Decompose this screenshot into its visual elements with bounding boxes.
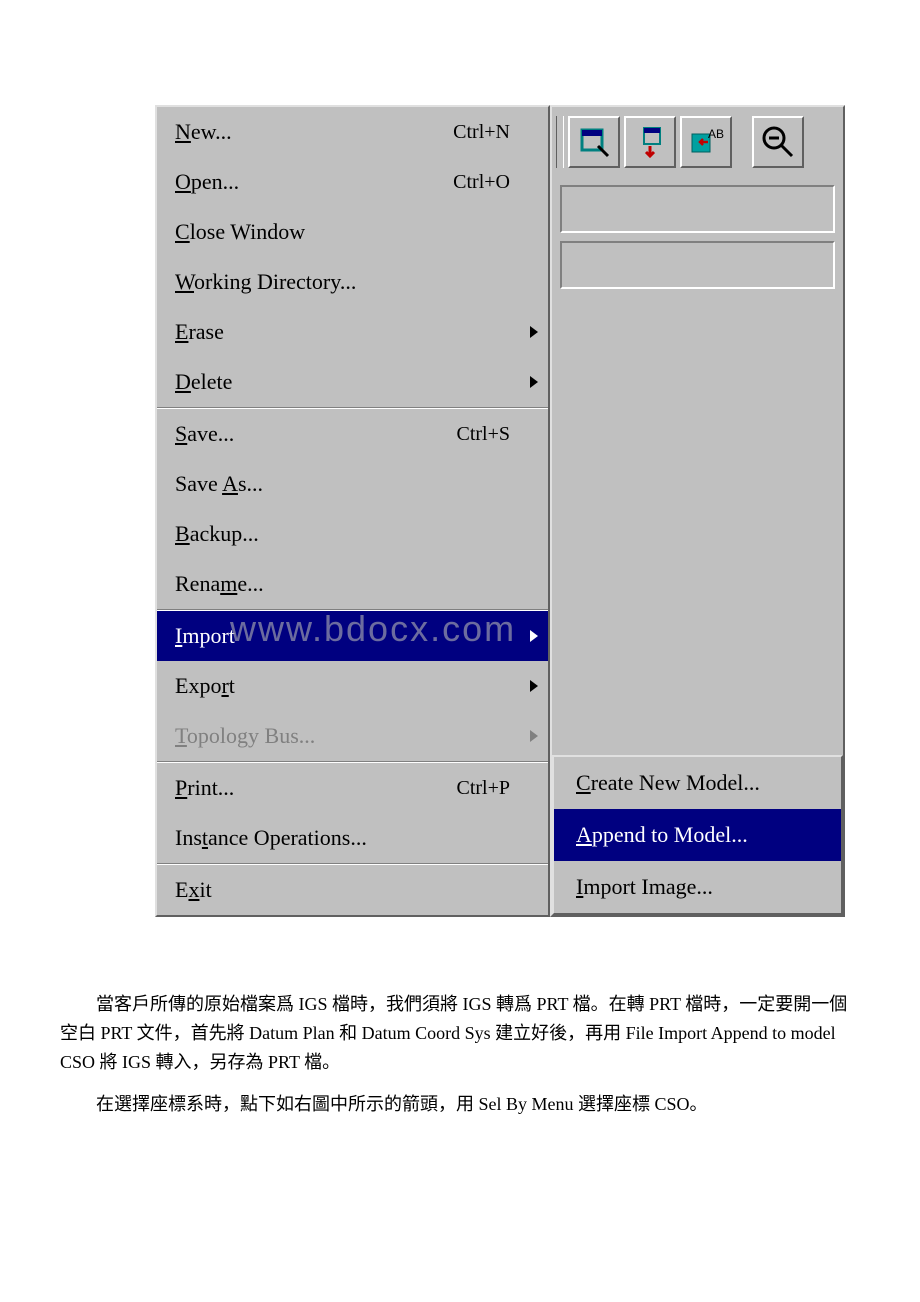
chevron-right-icon [530,326,538,338]
refit-button[interactable] [624,116,676,168]
zoom-window-button[interactable] [568,116,620,168]
file-menu: New... Ctrl+N Open... Ctrl+O Close Windo… [155,105,550,917]
submenu-import-image[interactable]: Import Image... [554,861,841,913]
menu-rename[interactable]: Rename... [157,559,548,609]
submenu-append-to-model[interactable]: Append to Model... [554,809,841,861]
toolbar-edge [556,116,564,168]
chevron-right-icon [530,680,538,692]
empty-input-area [552,177,843,305]
menu-working-directory[interactable]: Working Directory... [157,257,548,307]
import-submenu: Create New Model... Append to Model... I… [552,755,843,915]
menu-backup[interactable]: Backup... [157,509,548,559]
chevron-right-icon [530,730,538,742]
repaint-button[interactable]: AB [680,116,732,168]
menu-import[interactable]: Import [157,611,548,661]
screenshot-container: New... Ctrl+N Open... Ctrl+O Close Windo… [155,105,845,917]
zoom-out-icon [760,124,796,160]
menu-save-as[interactable]: Save As... [157,459,548,509]
menu-export[interactable]: Export [157,661,548,711]
chevron-right-icon [530,376,538,388]
refit-icon [632,124,668,160]
zoom-out-button[interactable] [752,116,804,168]
menu-close-window[interactable]: Close Window [157,207,548,257]
menu-erase[interactable]: Erase [157,307,548,357]
body-text: 當客戶所傳的原始檔案爲 IGS 檔時，我們須將 IGS 轉爲 PRT 檔。在轉 … [60,990,860,1133]
menu-open[interactable]: Open... Ctrl+O [157,157,548,207]
input-field-1[interactable] [560,185,835,233]
menu-topology-bus: Topology Bus... [157,711,548,761]
menu-exit[interactable]: Exit [157,865,548,915]
input-field-2[interactable] [560,241,835,289]
right-panel: AB Create New Model... Append to Mod [550,105,845,917]
paragraph-2: 在選擇座標系時，點下如右圖中所示的箭頭，用 Sel By Menu 選擇座標 C… [60,1090,860,1119]
svg-text:AB: AB [708,127,724,141]
repaint-icon: AB [688,124,724,160]
menu-new[interactable]: New... Ctrl+N [157,107,548,157]
zoom-window-icon [576,124,612,160]
menu-delete[interactable]: Delete [157,357,548,407]
paragraph-1: 當客戶所傳的原始檔案爲 IGS 檔時，我們須將 IGS 轉爲 PRT 檔。在轉 … [60,990,860,1076]
toolbar: AB [552,107,843,177]
menu-print[interactable]: Print... Ctrl+P [157,763,548,813]
menu-save[interactable]: Save... Ctrl+S [157,409,548,459]
chevron-right-icon [530,630,538,642]
menu-instance-operations[interactable]: Instance Operations... [157,813,548,863]
submenu-create-new-model[interactable]: Create New Model... [554,757,841,809]
